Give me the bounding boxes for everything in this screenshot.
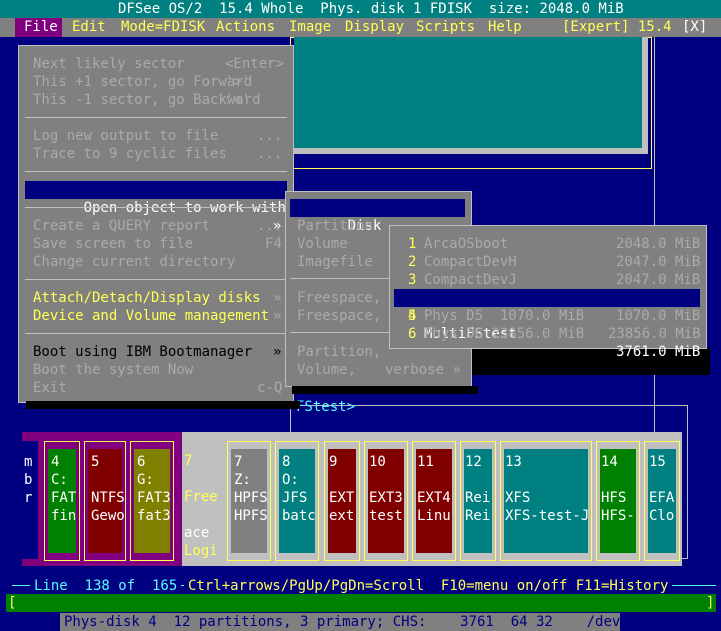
menu-item-query-report[interactable]: Create a QUERY report [33, 217, 210, 235]
partition-box[interactable]: 11 EXT4 Linu [412, 441, 456, 561]
menu-item-save-screen[interactable]: Save screen to file [33, 235, 193, 253]
disk-size: 1070.0 MiB [616, 308, 701, 324]
partition-box[interactable]: 10 EXT3 test [364, 441, 408, 561]
menu-item-shortcut: » [273, 344, 282, 360]
partition-box[interactable]: 15 EFA Clo [644, 441, 680, 561]
menu-item-shortcut: '>' [225, 74, 251, 90]
menu-scripts[interactable]: Scripts [416, 18, 475, 37]
disk-size: 2047.0 MiB [616, 272, 701, 288]
menu-display[interactable]: Display [345, 18, 404, 37]
menu-item-boot-now[interactable]: Boot the system Now [33, 361, 193, 379]
disk-item-4[interactable]: 4 MultiFStest 3761.0 MiB [394, 289, 700, 360]
dfsee-screen: DFSee OS/2 15.4 Whole Phys. disk 1 FDISK… [0, 0, 721, 631]
file-menu-shadow [26, 401, 300, 409]
menu-actions[interactable]: Actions [216, 18, 275, 37]
mbr-box: m b r [20, 441, 38, 559]
menu-separator [25, 207, 287, 208]
command-bracket-right: ] [706, 595, 715, 611]
close-button[interactable]: [X] [682, 18, 707, 37]
partition-box[interactable]: 5 NTFS Gewo [84, 441, 126, 561]
menu-item-shortcut: '<' [225, 92, 251, 108]
disk-item-3[interactable]: CompactDevJ [424, 271, 517, 289]
menu-item-shortcut: ... [257, 146, 283, 162]
menu-edit[interactable]: Edit [72, 18, 106, 37]
partition-box[interactable]: 13 XFS XFS-test-J [500, 441, 592, 561]
key-help: Ctrl+arrows/PgUp/PgDn=Scroll F10=menu on… [184, 577, 673, 595]
menu-item-shortcut: c-Q [257, 380, 283, 396]
menu-item-open-object[interactable]: Open object to work with » [25, 181, 287, 234]
mbr-b: b [24, 472, 33, 488]
submenu-item-disk[interactable]: Disk » [290, 199, 465, 252]
partition-box[interactable]: 9 EXT ext [324, 441, 360, 561]
disk-size: 23856.0 MiB [608, 326, 701, 342]
menu-item-bootmanager[interactable]: Boot using IBM Bootmanager [33, 343, 252, 361]
submenu-item-partition[interactable]: Partition [297, 217, 373, 235]
menu-item-shortcut: <Enter> [225, 56, 285, 72]
window-title: DFSee OS/2 15.4 Whole Phys. disk 1 FDISK… [118, 1, 624, 17]
partition-box[interactable]: 8 O: JFS batc [275, 441, 319, 561]
disk-size: 2047.0 MiB [616, 254, 701, 270]
submenu-item-imagefile[interactable]: Imagefile [297, 253, 373, 271]
menu-separator [25, 117, 287, 118]
menu-item-change-dir[interactable]: Change current directory [33, 253, 235, 271]
menu-item-exit[interactable]: Exit [33, 379, 67, 397]
menu-item-log-output[interactable]: Log new output to file [33, 127, 218, 145]
menu-item-attach-disks[interactable]: Attach/Detach/Display disks [33, 289, 261, 307]
submenu-item-partition-2[interactable]: Partition, [297, 343, 381, 361]
status-line: Line 138 of 165 Ctrl+arrows/PgUp/PgDn=Sc… [0, 577, 721, 595]
menu-item-shortcut: ... [257, 218, 283, 234]
menu-item-shortcut: » [273, 290, 282, 306]
expert-mode-indicator[interactable]: [Expert] 15.4 [562, 18, 672, 37]
menu-item-shortcut: » [273, 308, 282, 324]
frame-label: FStest> [296, 399, 356, 415]
free-space-box[interactable]: 7 Free ace Logi [180, 441, 220, 559]
menu-item-shortcut: F4 [265, 236, 282, 252]
background-window-teal [294, 37, 648, 154]
command-bracket-left: [ [8, 595, 17, 611]
menu-help[interactable]: Help [488, 18, 522, 37]
disk-size: 2048.0 MiB [616, 236, 701, 252]
menu-item-next-sector[interactable]: Next likely sector [33, 55, 185, 73]
menu-item-device-volume[interactable]: Device and Volume management [33, 307, 269, 325]
command-line[interactable]: [ ] [6, 594, 716, 612]
disk-info-text: Phys-disk 4 12 partitions, 3 primary; CH… [64, 614, 655, 630]
menu-separator [25, 333, 287, 334]
submenu-item-freespace[interactable]: Freespace, [297, 289, 381, 307]
disk-item-2[interactable]: CompactDevH [424, 253, 517, 271]
partition-box[interactable]: 12 Rei Rei [460, 441, 496, 561]
disk-item-5[interactable]: Phys D5 1070.0 MiB [424, 307, 584, 325]
disk-menu: 1 ArcaOSboot 2048.0 MiB 2 CompactDevH 20… [389, 225, 707, 360]
disk-info-bar: Phys-disk 4 12 partitions, 3 primary; CH… [60, 613, 654, 631]
partition-box[interactable]: 4 C: FAT fin [44, 441, 80, 561]
line-position: Line 138 of 165 [30, 577, 182, 595]
file-menu: Next likely sector <Enter> This +1 secto… [18, 45, 294, 403]
submenu-shadow [292, 386, 478, 394]
menu-item-forward[interactable]: This +1 sector, go Forward [33, 73, 252, 91]
partition-box[interactable]: 14 HFS HFS- [596, 441, 640, 561]
submenu-item-freespace-2[interactable]: Freespace, [297, 307, 381, 325]
menu-separator [25, 279, 287, 280]
partition-box[interactable]: 7 Z: HPFS HPFS [227, 441, 271, 561]
submenu-item-volume-2[interactable]: Volume, [297, 361, 356, 379]
menu-bar: File Edit Mode=FDISK Actions Image Displ… [0, 18, 721, 37]
title-bar: DFSee OS/2 15.4 Whole Phys. disk 1 FDISK… [0, 0, 721, 18]
submenu-item-volume[interactable]: Volume [297, 235, 348, 253]
partition-box[interactable]: 6 G: FAT3 fat3 [130, 441, 174, 561]
menu-file[interactable]: File [15, 18, 62, 37]
mbr-m: m [24, 454, 33, 470]
disk-item-1[interactable]: ArcaOSboot [424, 235, 508, 253]
mbr-r: r [24, 490, 33, 506]
menu-mode[interactable]: Mode=FDISK [121, 18, 205, 37]
menu-item-trace[interactable]: Trace to 9 cyclic files [33, 145, 227, 163]
menu-item-shortcut: ... [257, 128, 283, 144]
disk-item-6[interactable]: Phys D6 23856.0 MiB [424, 325, 584, 343]
menu-separator [25, 171, 287, 172]
menu-image[interactable]: Image [289, 18, 331, 37]
